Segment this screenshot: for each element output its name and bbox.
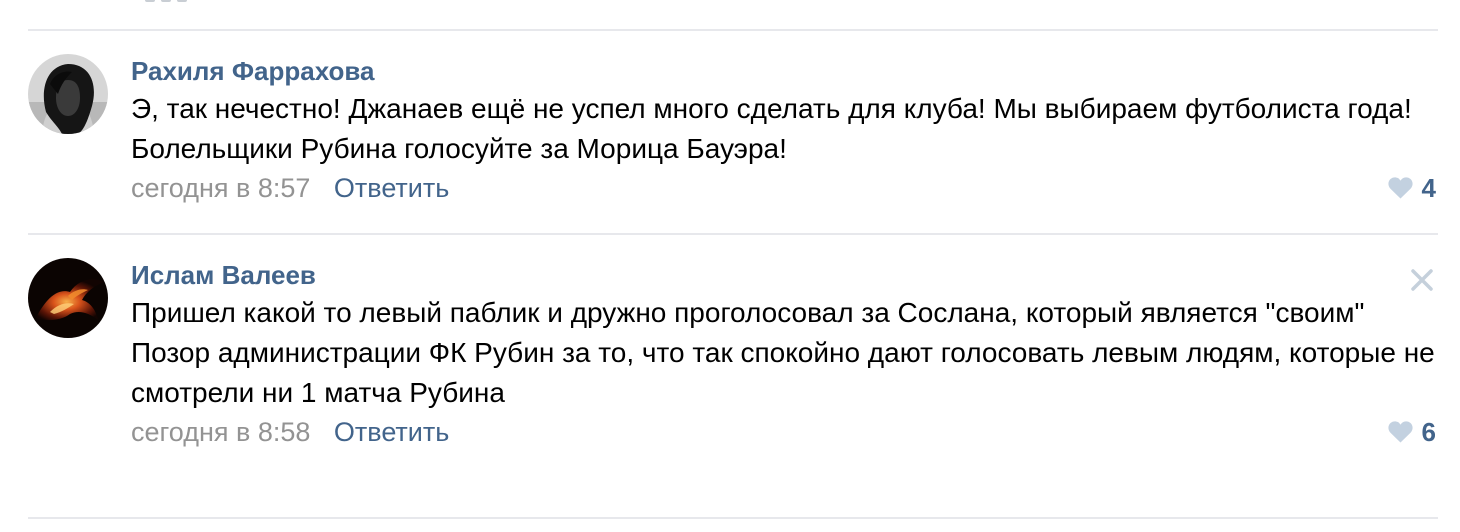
heart-icon: [1387, 421, 1413, 443]
comment-author[interactable]: Рахиля Фаррахова: [131, 54, 1438, 88]
like-button[interactable]: 6: [1387, 410, 1436, 454]
avatar[interactable]: [28, 258, 108, 338]
comment-date[interactable]: сегодня в 8:57: [131, 173, 310, 203]
heart-icon: [1387, 177, 1413, 199]
divider: [28, 29, 1438, 31]
comment-text-line: Пришел какой то левый паблик и дружно пр…: [131, 297, 1365, 328]
divider: [28, 517, 1438, 519]
reply-button[interactable]: Ответить: [334, 417, 449, 447]
comment-text-line: Э, так нечестно! Джанаев ещё не успел мн…: [131, 93, 1412, 164]
reply-button[interactable]: Ответить: [334, 173, 449, 203]
close-icon[interactable]: [1408, 266, 1436, 294]
comment-meta: сегодня в 8:58 Ответить 6: [131, 410, 1438, 454]
comment-text-line: Позор администрации ФК Рубин за то, что …: [131, 337, 1435, 408]
comment-author[interactable]: Ислам Валеев: [131, 258, 1438, 292]
previous-comment-fragment: [145, 0, 225, 6]
comment-date[interactable]: сегодня в 8:58: [131, 417, 310, 447]
like-button[interactable]: 4: [1387, 166, 1436, 210]
comment-meta: сегодня в 8:57 Ответить 4: [131, 166, 1438, 210]
like-count: 6: [1421, 417, 1436, 447]
comment-text: Э, так нечестно! Джанаев ещё не успел мн…: [131, 89, 1438, 169]
avatar[interactable]: [28, 54, 108, 134]
like-count: 4: [1421, 173, 1436, 203]
divider: [28, 233, 1438, 235]
comment-text: Пришел какой то левый паблик и дружно пр…: [131, 293, 1438, 413]
